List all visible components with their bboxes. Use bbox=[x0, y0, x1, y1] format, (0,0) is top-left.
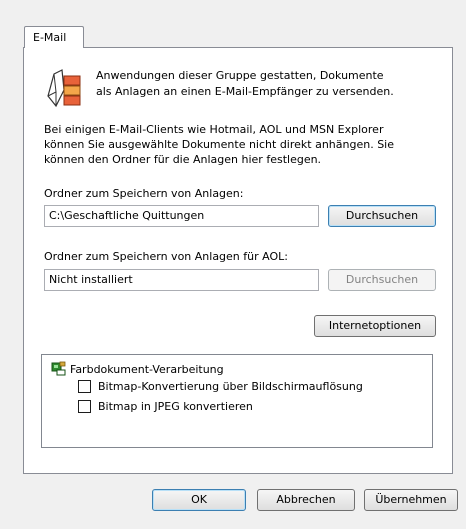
info-text-line1: Bei einigen E-Mail-Clients wie Hotmail, … bbox=[44, 123, 384, 136]
aol-browse-label: Durchsuchen bbox=[345, 273, 419, 286]
intro-text-line1: Anwendungen dieser Gruppe gestatten, Dok… bbox=[96, 69, 384, 82]
intro-text-line2: als Anlagen an einen E-Mail-Empfänger zu… bbox=[96, 85, 394, 98]
internet-options-button[interactable]: Internetoptionen bbox=[314, 315, 436, 337]
aol-browse-button[interactable]: Durchsuchen bbox=[328, 269, 436, 291]
bitmap-jpeg-checkbox[interactable] bbox=[78, 400, 91, 413]
attachments-folder-label: Ordner zum Speichern von Anlagen: bbox=[44, 187, 244, 200]
attachments-folder-value: C:\Geschaftliche Quittungen bbox=[49, 209, 205, 222]
tab-email[interactable]: E-Mail bbox=[24, 26, 84, 48]
mail-documents-icon bbox=[44, 66, 84, 110]
internet-options-label: Internetoptionen bbox=[328, 319, 422, 332]
info-text-line3: können den Ordner für die Anlagen hier f… bbox=[44, 153, 322, 166]
apply-label: Übernehmen bbox=[375, 493, 447, 506]
ok-label: OK bbox=[191, 493, 207, 506]
bitmap-jpeg-label: Bitmap in JPEG konvertieren bbox=[98, 400, 253, 413]
cancel-label: Abbrechen bbox=[276, 493, 336, 506]
tab-email-label: E-Mail bbox=[33, 31, 67, 44]
apply-button[interactable]: Übernehmen bbox=[364, 489, 458, 511]
cancel-button[interactable]: Abbrechen bbox=[257, 489, 355, 511]
attachments-browse-label: Durchsuchen bbox=[345, 209, 419, 222]
aol-folder-field[interactable]: Nicht installiert bbox=[44, 269, 319, 291]
color-processing-title: Farbdokument-Verarbeitung bbox=[70, 363, 224, 376]
bitmap-resolution-label: Bitmap-Konvertierung über Bildschirmaufl… bbox=[98, 380, 363, 393]
ok-button[interactable]: OK bbox=[152, 489, 246, 511]
info-text-line2: können Sie ausgewählte Dokumente nicht d… bbox=[44, 138, 395, 151]
aol-folder-label: Ordner zum Speichern von Anlagen für AOL… bbox=[44, 250, 288, 263]
attachments-browse-button[interactable]: Durchsuchen bbox=[328, 205, 436, 227]
aol-folder-value: Nicht installiert bbox=[49, 273, 133, 286]
attachments-folder-field[interactable]: C:\Geschaftliche Quittungen bbox=[44, 205, 319, 227]
bitmap-resolution-checkbox[interactable] bbox=[78, 380, 91, 393]
color-tree-icon bbox=[51, 361, 67, 376]
